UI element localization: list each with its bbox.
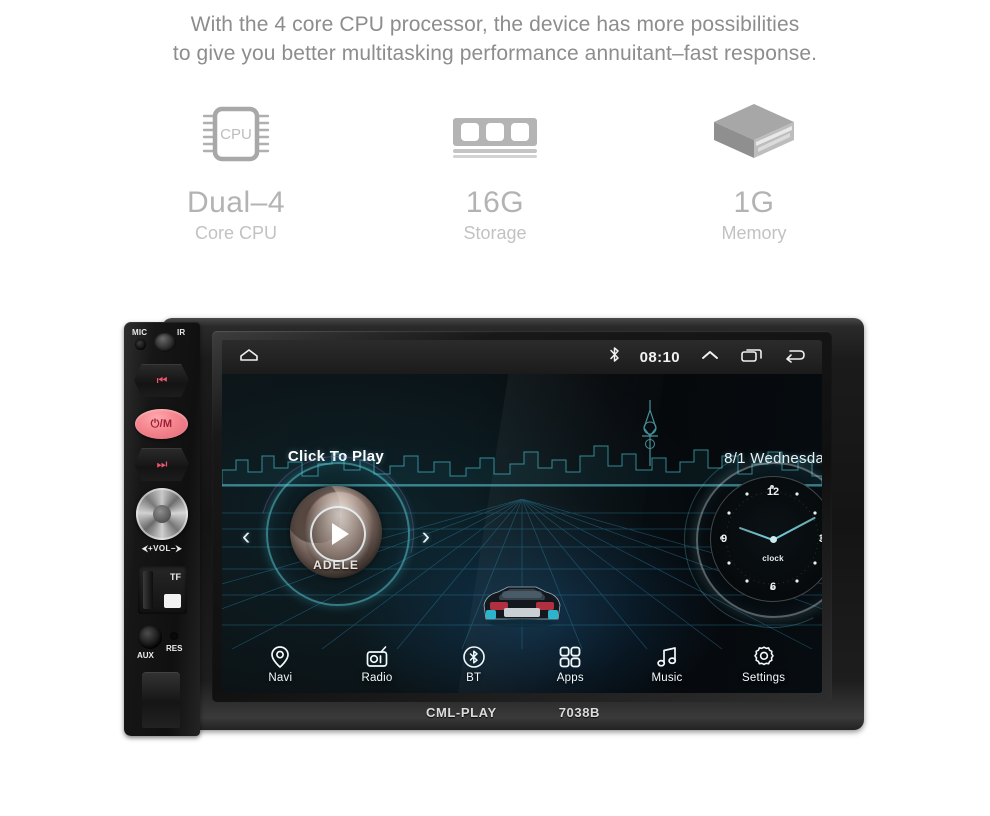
nav-label-settings: Settings [742, 672, 786, 684]
power-mode-glyph: ⏻/M [150, 417, 173, 430]
headline-line-2: to give you better multitasking performa… [172, 42, 818, 65]
apps-grid-icon [533, 644, 607, 670]
music-widget[interactable]: ADELE ‹ › [231, 427, 443, 639]
next-track-glyph: ⏭ [156, 457, 168, 471]
control-panel: MIC IR ⏮ ⏻/M ⏭ ⮜+VOL−⮞ TF AUX RES [124, 322, 200, 736]
touchscreen[interactable]: 08:10 Click To Play 8/1 Wednesday ADELE … [222, 340, 822, 693]
ram-stick-icon [408, 96, 583, 176]
previous-track-arrow[interactable]: ‹ [242, 524, 250, 549]
status-clock-time: 08:10 [639, 348, 680, 366]
chevron-up-icon[interactable] [700, 348, 720, 367]
previous-track-button[interactable]: ⏮ [134, 364, 189, 397]
next-track-button[interactable]: ⏭ [134, 448, 189, 481]
clock-numeral-12: 12 [766, 486, 780, 498]
previous-track-glyph: ⏮ [156, 373, 168, 387]
nav-label-navi: Navi [268, 672, 293, 684]
cpu-chip-icon: CPU [149, 96, 324, 176]
cpu-icon-text: CPU [220, 126, 252, 143]
nav-label-radio: Radio [361, 672, 393, 684]
tf-label: TF [170, 572, 181, 582]
clock-numeral-3: 3 [818, 533, 822, 545]
bluetooth-circle-icon [437, 644, 511, 670]
nav-label-apps: Apps [556, 672, 584, 684]
play-button[interactable] [310, 506, 366, 562]
bluetooth-icon [609, 346, 620, 368]
spec-label-memory: Memory [721, 223, 787, 243]
location-pin-icon [243, 644, 317, 670]
car-stereo-device: 08:10 Click To Play 8/1 Wednesday ADELE … [124, 318, 864, 743]
device-body: 08:10 Click To Play 8/1 Wednesday ADELE … [162, 318, 864, 730]
spec-item-memory: 1G Memory [667, 96, 842, 245]
clock-numeral-9: 9 [721, 533, 728, 545]
music-note-icon [630, 644, 704, 670]
back-arrow-icon[interactable] [784, 347, 806, 368]
next-track-arrow[interactable]: › [422, 524, 430, 549]
volume-label: ⮜+VOL−⮞ [141, 544, 183, 553]
recents-icon[interactable] [740, 347, 764, 368]
reset-label: RES [166, 644, 183, 653]
nav-item-radio[interactable]: Radio [340, 644, 414, 684]
clock-widget[interactable]: 12 3 6 9 clock [660, 426, 822, 652]
app-navigation-bar: Navi Radio BT Apps Music Settings [222, 637, 822, 693]
aux-label: AUX [137, 651, 154, 660]
clock-center-cap [769, 535, 777, 543]
brand-name: CML-PLAY [425, 705, 497, 720]
clock-face: 12 3 6 9 clock [710, 476, 822, 602]
tf-card-slot[interactable]: TF [138, 566, 187, 614]
spec-label-storage: Storage [463, 223, 527, 243]
panel-bottom-tab [142, 672, 180, 728]
mic-label: MIC [132, 328, 148, 337]
nav-label-bt: BT [466, 672, 482, 684]
nav-item-navi[interactable]: Navi [243, 644, 317, 684]
tf-card-white-tab [164, 594, 181, 608]
status-bar: 08:10 [222, 340, 822, 374]
reset-pinhole[interactable] [170, 632, 178, 640]
radio-icon [340, 644, 414, 670]
aux-input-jack[interactable] [138, 625, 162, 649]
model-number: 7038B [558, 705, 601, 720]
headline-line-1: With the 4 core CPU processor, the devic… [190, 13, 800, 36]
microphone-hole-icon [135, 339, 146, 350]
nav-label-music: Music [651, 672, 683, 684]
memory-chip-icon [667, 96, 842, 176]
brand-plate: CML-PLAY 7038B [162, 705, 864, 720]
power-mode-button[interactable]: ⏻/M [135, 409, 188, 439]
headline: With the 4 core CPU processor, the devic… [0, 0, 990, 68]
clock-numeral-6: 6 [769, 581, 777, 593]
volume-knob[interactable] [136, 488, 188, 540]
car-graphic [474, 579, 570, 631]
spec-item-cpu: CPU Dual–4 Core CPU [149, 96, 324, 245]
spec-list: CPU Dual–4 Core CPU 16G Storage 1G Memor… [0, 96, 990, 245]
spec-value-storage: 16G [465, 186, 525, 219]
nav-item-settings[interactable]: Settings [727, 644, 801, 684]
nav-item-apps[interactable]: Apps [533, 644, 607, 684]
gear-icon [727, 644, 801, 670]
status-right-group: 08:10 [609, 346, 806, 368]
spec-value-cpu: Dual–4 [186, 186, 286, 219]
spec-item-storage: 16G Storage [408, 96, 583, 245]
clock-brand-label: clock [762, 553, 784, 563]
tf-card-insert [143, 571, 153, 609]
nav-item-music[interactable]: Music [630, 644, 704, 684]
ir-label: IR [177, 328, 186, 337]
home-icon[interactable] [238, 347, 260, 368]
spec-value-memory: 1G [733, 186, 775, 219]
nav-item-bt[interactable]: BT [437, 644, 511, 684]
play-triangle-icon [332, 523, 349, 545]
spec-label-cpu: Core CPU [194, 223, 278, 243]
ir-receiver-icon [154, 333, 176, 352]
